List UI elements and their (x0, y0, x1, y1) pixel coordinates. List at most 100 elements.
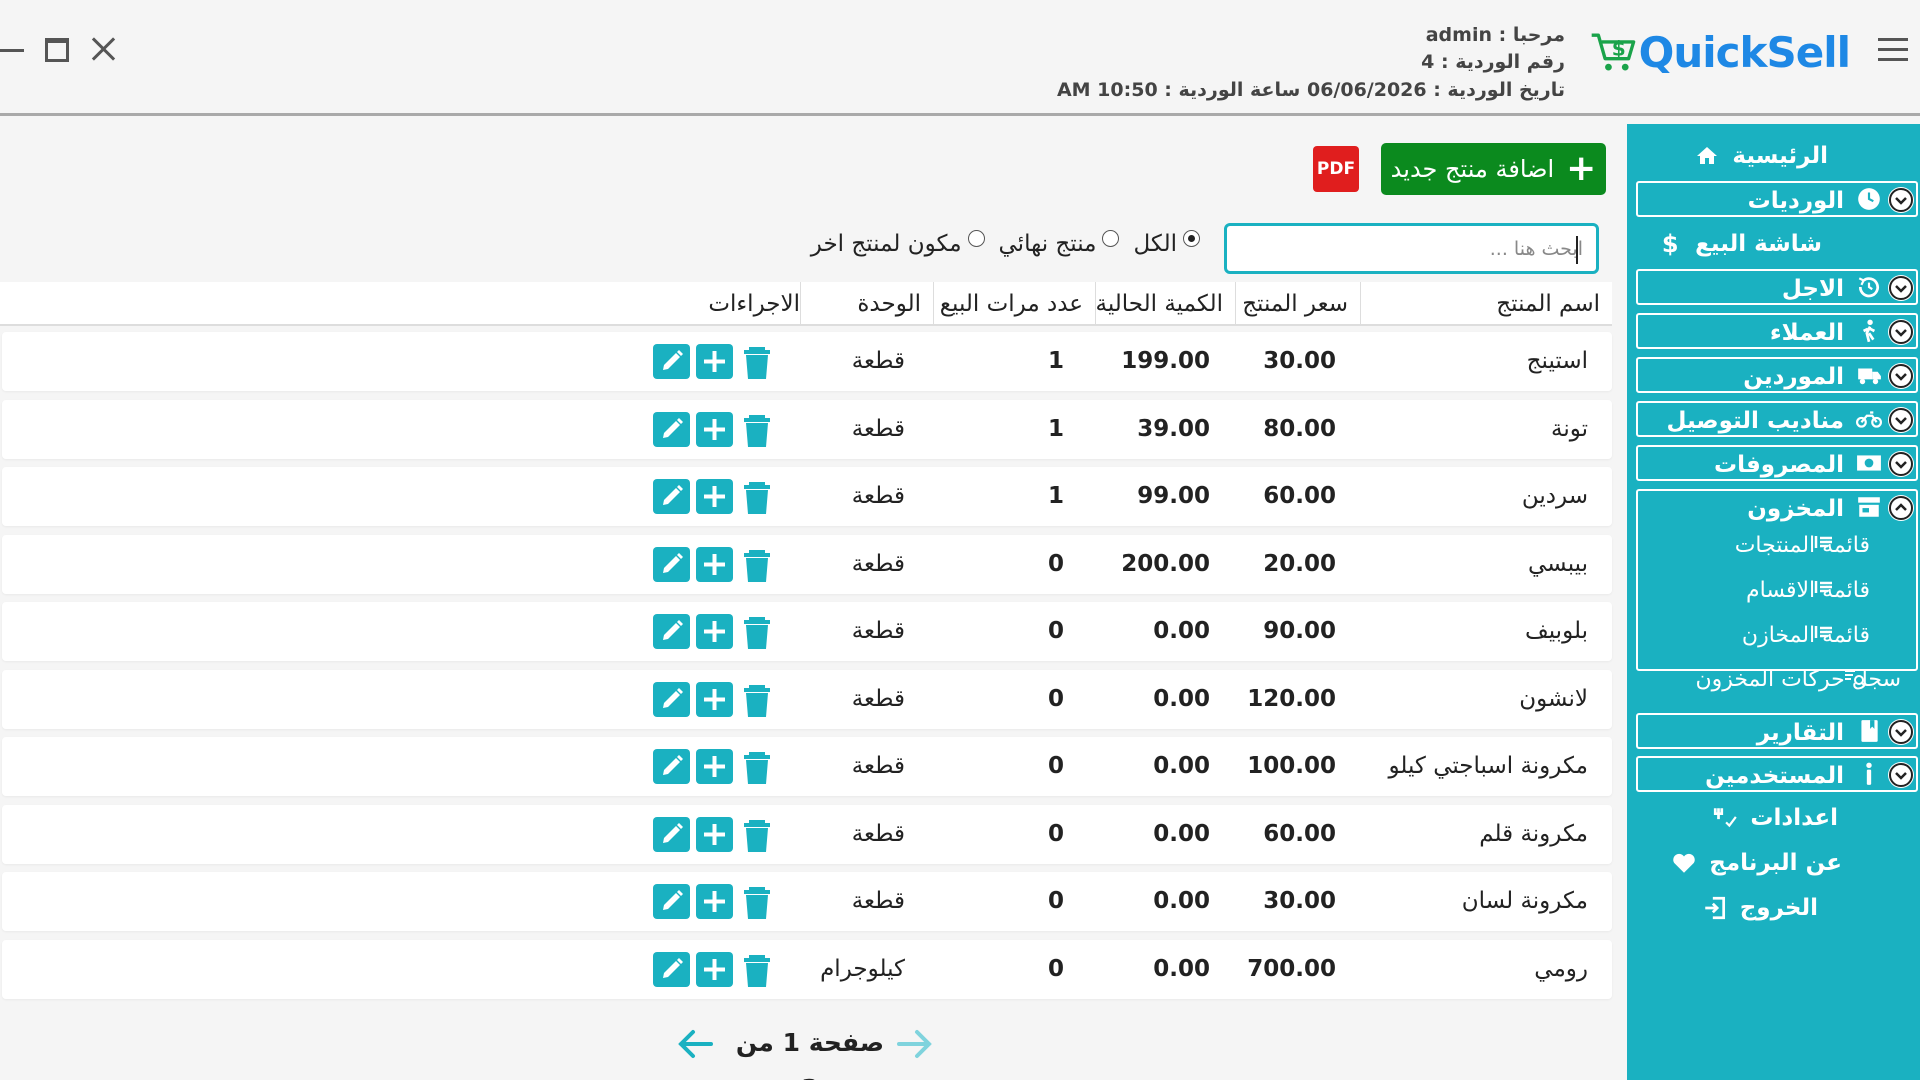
add-stock-button[interactable] (696, 884, 733, 919)
table-row[interactable]: مكرونة لسان 30.00 0.00 0 قطعة (2, 872, 1612, 931)
edit-button[interactable] (653, 682, 690, 717)
close-button[interactable] (88, 34, 118, 64)
sidebar: الرئيسية الورديات شاشة البيع $ الاجل الع… (1627, 124, 1920, 1080)
sidebar-item-delivery[interactable]: مناديب التوصيل (1636, 401, 1918, 437)
minimize-button[interactable] (0, 34, 26, 64)
arrow-right-icon[interactable] (895, 1024, 935, 1064)
add-stock-button[interactable] (696, 952, 733, 987)
sidebar-subitem-categories[interactable]: قائمة الاقسام (1746, 574, 1870, 606)
add-stock-button[interactable] (696, 547, 733, 582)
product-price: 100.00 (1247, 753, 1336, 779)
welcome-text: مرحبا : admin (1425, 24, 1565, 46)
add-stock-button[interactable] (696, 614, 733, 649)
add-stock-button[interactable] (696, 479, 733, 514)
chevron-down-icon[interactable] (1888, 407, 1914, 433)
add-stock-button[interactable] (696, 412, 733, 447)
product-price: 30.00 (1263, 348, 1336, 374)
table-row[interactable]: مكرونة قلم 60.00 0.00 0 قطعة (2, 805, 1612, 864)
product-quantity: 199.00 (1121, 348, 1210, 374)
sidebar-item-customers[interactable]: العملاء (1636, 313, 1918, 349)
delete-button[interactable] (739, 547, 775, 582)
chevron-down-icon[interactable] (1888, 762, 1914, 788)
delete-button[interactable] (739, 412, 775, 447)
sidebar-item-users[interactable]: المستخدمين (1636, 756, 1918, 792)
search-box[interactable] (1224, 223, 1599, 274)
table-row[interactable]: رومي 700.00 0.00 0 كيلوجرام (2, 940, 1612, 999)
sidebar-subitem-warehouses[interactable]: قائمة المخازن (1742, 619, 1870, 651)
sidebar-subitem-stock-log[interactable]: سجل حركات المخزون (1695, 663, 1901, 695)
chevron-down-icon[interactable] (1888, 319, 1914, 345)
radio-icon[interactable] (967, 229, 985, 247)
arrow-left-icon[interactable] (675, 1024, 715, 1064)
menu-icon[interactable] (1878, 38, 1908, 62)
sidebar-item-label: شاشة البيع (1695, 231, 1822, 257)
table-row[interactable]: سردين 60.00 99.00 1 قطعة (2, 467, 1612, 526)
add-product-button[interactable]: + اضافة منتج جديد (1381, 143, 1606, 195)
edit-button[interactable] (653, 749, 690, 784)
table-row[interactable]: مكرونة اسباجتي كيلو 100.00 0.00 0 قطعة (2, 737, 1612, 796)
edit-button[interactable] (653, 614, 690, 649)
table-row[interactable]: بلوبيف 90.00 0.00 0 قطعة (2, 602, 1612, 661)
table-row[interactable]: استينج 30.00 199.00 1 قطعة (2, 332, 1612, 391)
edit-button[interactable] (653, 817, 690, 852)
edit-button[interactable] (653, 344, 690, 379)
sidebar-item-pos[interactable]: شاشة البيع $ (1657, 226, 1822, 262)
sidebar-item-home[interactable]: الرئيسية (1694, 138, 1828, 174)
pdf-export-button[interactable]: PDF (1313, 146, 1359, 192)
radio-icon[interactable] (1102, 229, 1120, 247)
add-stock-button[interactable] (696, 749, 733, 784)
add-stock-button[interactable] (696, 344, 733, 379)
table-row[interactable]: تونة 80.00 39.00 1 قطعة (2, 400, 1612, 459)
filter-label: منتج نهائي (998, 231, 1097, 257)
sidebar-item-about[interactable]: عن البرنامج (1671, 845, 1842, 881)
sidebar-item-inventory[interactable]: المخزون قائمة المنتجات قائمة الاقسام قائ… (1636, 489, 1918, 692)
maximize-button[interactable] (45, 38, 69, 62)
delete-button[interactable] (739, 479, 775, 514)
sidebar-item-expenses[interactable]: المصروفات (1636, 445, 1918, 481)
chevron-down-icon[interactable] (1888, 275, 1914, 301)
delete-button[interactable] (739, 817, 775, 852)
chevron-down-icon[interactable] (1888, 187, 1914, 213)
sidebar-item-shifts[interactable]: الورديات (1636, 181, 1918, 217)
delete-button[interactable] (739, 952, 775, 987)
table-row[interactable]: لانشون 120.00 0.00 0 قطعة (2, 670, 1612, 729)
edit-button[interactable] (653, 479, 690, 514)
money-icon (1857, 455, 1881, 471)
column-header-name[interactable]: اسم المنتج (1360, 282, 1612, 326)
product-quantity: 200.00 (1121, 551, 1210, 577)
chevron-up-icon[interactable] (1888, 495, 1914, 521)
sidebar-subitem-products[interactable]: قائمة المنتجات (1735, 529, 1870, 561)
delete-button[interactable] (739, 749, 775, 784)
filter-all-radio[interactable]: الكل (1133, 229, 1200, 257)
pencil-icon (663, 755, 683, 775)
sidebar-item-settings[interactable]: اعدادات (1712, 800, 1838, 836)
column-header-quantity[interactable]: الكمية الحالية (1095, 282, 1235, 326)
edit-button[interactable] (653, 412, 690, 447)
sidebar-item-reports[interactable]: التقارير (1636, 713, 1918, 749)
list-icon (1814, 626, 1832, 638)
radio-selected-icon[interactable] (1183, 229, 1200, 247)
column-header-price[interactable]: سعر المنتج (1235, 282, 1360, 326)
delete-button[interactable] (739, 884, 775, 919)
edit-button[interactable] (653, 952, 690, 987)
chevron-down-icon[interactable] (1888, 363, 1914, 389)
chevron-down-icon[interactable] (1888, 451, 1914, 477)
sidebar-item-suppliers[interactable]: الموردين (1636, 357, 1918, 393)
delete-button[interactable] (739, 682, 775, 717)
filter-component-radio[interactable]: مكون لمنتج اخر (811, 229, 985, 257)
sidebar-item-label: الموردين (1743, 364, 1844, 390)
table-row[interactable]: بيبسي 20.00 200.00 0 قطعة (2, 535, 1612, 594)
sidebar-item-credit[interactable]: الاجل (1636, 269, 1918, 305)
delete-button[interactable] (739, 344, 775, 379)
column-header-unit[interactable]: الوحدة (800, 282, 933, 326)
column-header-times-sold[interactable]: عدد مرات البيع (933, 282, 1095, 326)
add-stock-button[interactable] (696, 817, 733, 852)
delete-button[interactable] (739, 614, 775, 649)
add-stock-button[interactable] (696, 682, 733, 717)
search-input[interactable] (1237, 232, 1583, 265)
chevron-down-icon[interactable] (1888, 719, 1914, 745)
edit-button[interactable] (653, 884, 690, 919)
edit-button[interactable] (653, 547, 690, 582)
sidebar-item-logout[interactable]: الخروج (1702, 890, 1818, 926)
filter-final-product-radio[interactable]: منتج نهائي (998, 229, 1120, 257)
